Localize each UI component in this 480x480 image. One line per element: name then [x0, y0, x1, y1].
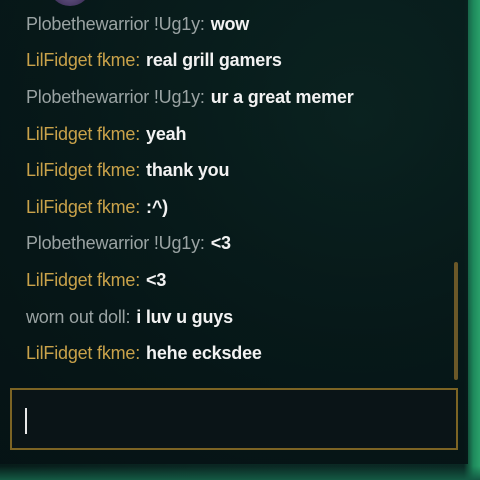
chat-message: Plobethewarrior !Ug1y: <3 — [26, 226, 446, 263]
message-sender: worn out doll: — [26, 306, 131, 327]
chat-message: LilFidget fkme: real grill gamers — [26, 43, 446, 80]
message-sender: Plobethewarrior !Ug1y: — [26, 86, 205, 107]
background-edge-bottom — [0, 466, 480, 480]
message-sender: Plobethewarrior !Ug1y: — [26, 13, 205, 34]
chat-message: LilFidget fkme: thank you — [26, 152, 446, 189]
chat-input[interactable] — [12, 390, 456, 448]
chat-message: LilFidget fkme: yeah — [26, 116, 446, 153]
chat-message-list[interactable]: Plobethewarrior !Ug1y: wow LilFidget fkm… — [26, 6, 446, 376]
message-text: ur a great memer — [210, 86, 354, 107]
message-sender: LilFidget fkme: — [26, 343, 141, 364]
message-text: :^) — [146, 196, 168, 217]
chat-message: Plobethewarrior !Ug1y: ur a great memer — [26, 79, 446, 116]
chat-message: worn out doll: i luv u guys — [26, 299, 446, 336]
message-sender: LilFidget fkme: — [26, 123, 141, 144]
message-sender: LilFidget fkme: — [26, 50, 141, 71]
message-text: real grill gamers — [146, 50, 282, 71]
message-sender: LilFidget fkme: — [26, 269, 141, 290]
message-text: yeah — [146, 123, 187, 144]
chat-scrollbar[interactable] — [454, 262, 458, 380]
message-text: wow — [210, 13, 250, 34]
message-text: <3 — [146, 269, 167, 290]
message-text: hehe ecksdee — [146, 343, 262, 364]
message-sender: LilFidget fkme: — [26, 196, 141, 217]
text-caret — [25, 408, 27, 434]
message-text: thank you — [146, 160, 230, 181]
message-text: i luv u guys — [136, 306, 233, 327]
chat-panel: Plobethewarrior !Ug1y: wow LilFidget fkm… — [0, 0, 468, 464]
chat-message: LilFidget fkme: hehe ecksdee — [26, 335, 446, 372]
game-client-background: Plobethewarrior !Ug1y: wow LilFidget fkm… — [0, 0, 480, 480]
chat-message: Plobethewarrior !Ug1y: wow — [26, 6, 446, 43]
message-sender: Plobethewarrior !Ug1y: — [26, 233, 205, 254]
chat-input-box[interactable] — [10, 388, 458, 450]
chat-message: LilFidget fkme: <3 — [26, 262, 446, 299]
message-text: <3 — [210, 233, 231, 254]
chat-message: LilFidget fkme: :^) — [26, 189, 446, 226]
message-sender: LilFidget fkme: — [26, 160, 141, 181]
